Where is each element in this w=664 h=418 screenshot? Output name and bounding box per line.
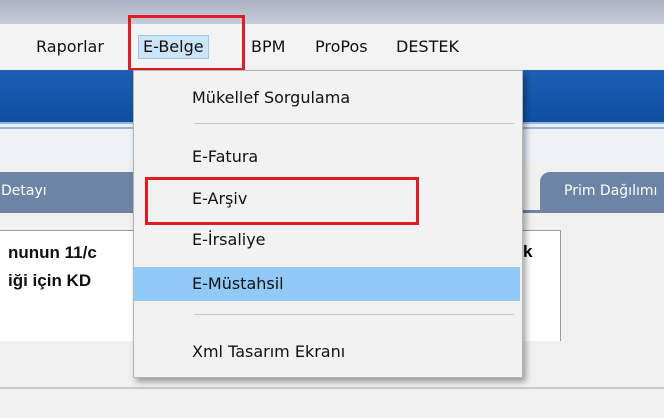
panel-text-right: k: [523, 242, 533, 261]
highlight-box-e-belge: [128, 15, 245, 71]
menu-item-e-irsaliye[interactable]: E-İrsaliye: [134, 223, 520, 257]
menu-raporlar[interactable]: Raporlar: [32, 36, 108, 58]
tab-prim-dagilimi[interactable]: Prim Dağılımı: [540, 172, 664, 210]
menu-bar: Raporlar E-Belge BPM ProPos DESTEK: [0, 24, 664, 70]
menu-item-mukellef-sorgulama[interactable]: Mükellef Sorgulama: [134, 81, 520, 115]
menu-item-xml-tasarim-ekrani[interactable]: Xml Tasarım Ekranı: [134, 335, 520, 369]
tab-prim-dagilimi-label: Prim Dağılımı: [564, 183, 658, 199]
panel-text-line2: iği için KD: [8, 271, 92, 290]
panel-text-line1: nunun 11/c: [8, 243, 97, 262]
menu-bpm[interactable]: BPM: [247, 36, 289, 58]
menu-item-label: Xml Tasarım Ekranı: [192, 342, 346, 361]
menu-item-label: E-Fatura: [192, 147, 259, 166]
tab-detayi[interactable]: Detayı: [0, 172, 143, 210]
menu-propos[interactable]: ProPos: [311, 36, 372, 58]
menu-destek[interactable]: DESTEK: [392, 36, 463, 58]
bottom-divider: [0, 387, 664, 389]
menu-item-e-fatura[interactable]: E-Fatura: [134, 140, 520, 174]
window-titlebar: [0, 0, 664, 24]
menu-item-label: Mükellef Sorgulama: [192, 88, 351, 107]
tab-detayi-label: Detayı: [1, 183, 47, 199]
menu-separator: [194, 314, 514, 315]
menu-item-e-mustahsil[interactable]: E-Müstahsil: [134, 267, 520, 301]
menu-item-label: E-Müstahsil: [192, 274, 284, 293]
highlight-box-e-arsiv: [145, 177, 419, 225]
menu-item-label: E-İrsaliye: [192, 230, 266, 249]
menu-separator: [194, 123, 514, 124]
